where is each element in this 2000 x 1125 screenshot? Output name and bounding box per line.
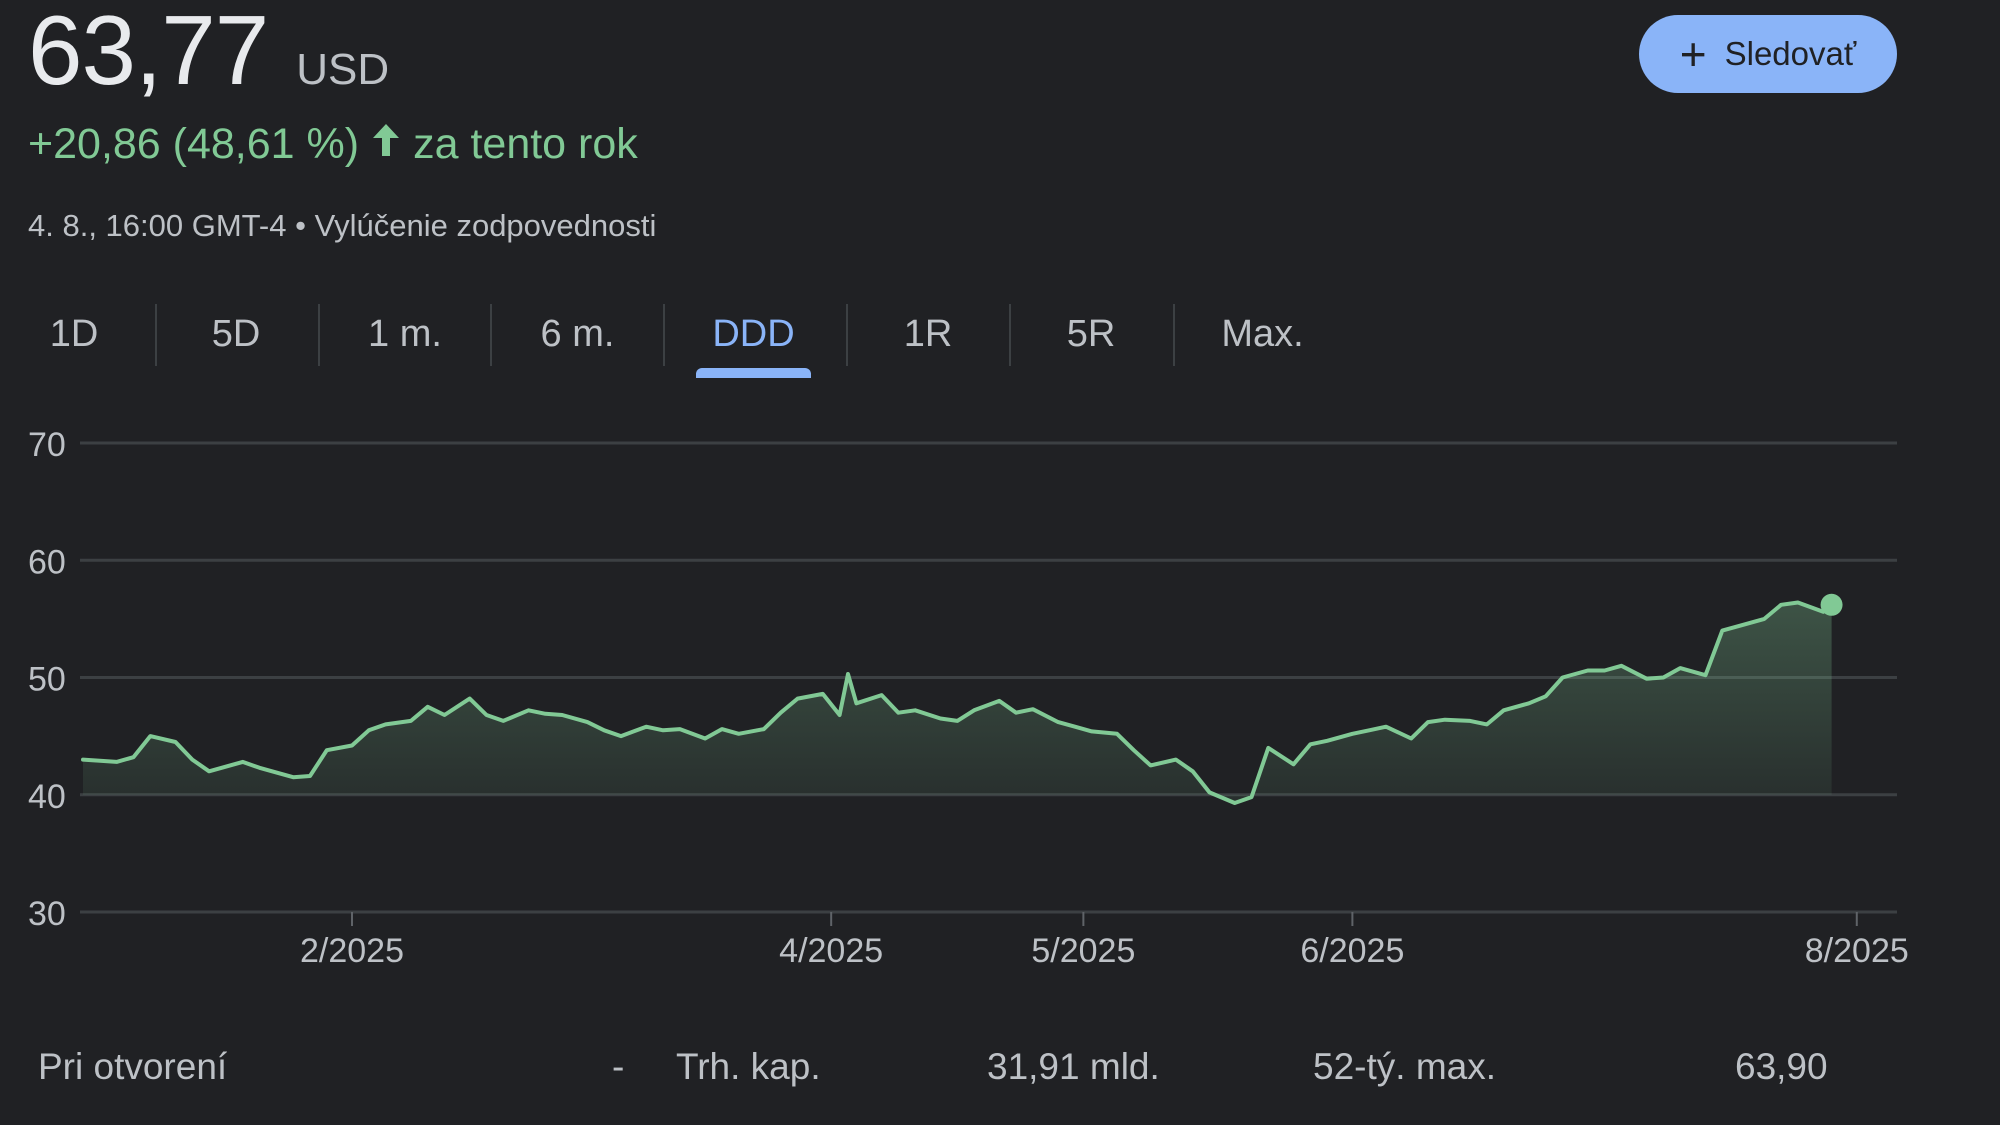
meta-separator: • bbox=[295, 208, 306, 243]
stat-mktcap-label: Trh. kap. bbox=[676, 1046, 821, 1087]
tab-divider bbox=[318, 304, 320, 366]
x-tick-label: 5/2025 bbox=[1031, 932, 1135, 970]
x-tick-label: 6/2025 bbox=[1300, 932, 1404, 970]
stat-open-label: Pri otvorení bbox=[38, 1046, 228, 1087]
tab-divider bbox=[846, 304, 848, 366]
stat-52w-high-label: 52-tý. max. bbox=[1313, 1046, 1496, 1087]
quote-meta: 4. 8., 16:00 GMT-4 • Vylúčenie zodpovedn… bbox=[28, 208, 656, 244]
tab-5y[interactable]: 5R bbox=[1045, 296, 1137, 372]
plus-icon: + bbox=[1679, 28, 1707, 80]
x-tick-label: 4/2025 bbox=[779, 932, 883, 970]
follow-label: Sledovať bbox=[1724, 35, 1857, 72]
tab-divider bbox=[490, 304, 492, 366]
stat-52w-high-value: 63,90 bbox=[1735, 1046, 1828, 1087]
active-tab-indicator bbox=[696, 368, 811, 378]
y-tick-label: 40 bbox=[28, 778, 66, 816]
stats-row: Pri otvorení - Trh. kap. 31,91 mld. 52-t… bbox=[0, 1030, 2000, 1125]
arrow-up-icon bbox=[371, 120, 401, 169]
y-tick-label: 30 bbox=[28, 895, 66, 933]
tab-divider bbox=[155, 304, 157, 366]
follow-button[interactable]: + Sledovať bbox=[1639, 15, 1897, 93]
price-currency: USD bbox=[296, 45, 390, 94]
change-value: +20,86 (48,61 %) bbox=[28, 120, 360, 168]
tab-max[interactable]: Max. bbox=[1205, 296, 1320, 372]
change-period: za tento rok bbox=[413, 120, 638, 168]
tab-5d[interactable]: 5D bbox=[190, 296, 282, 372]
y-tick-label: 50 bbox=[28, 661, 66, 699]
tab-6m[interactable]: 6 m. bbox=[520, 296, 635, 372]
price-block: 63,77 USD bbox=[28, 0, 389, 107]
y-tick-label: 70 bbox=[28, 426, 66, 464]
price-change: +20,86 (48,61 %) za tento rok bbox=[28, 120, 638, 169]
tab-divider bbox=[663, 304, 665, 366]
stat-open-value: - bbox=[612, 1046, 625, 1087]
last-point-marker bbox=[1820, 593, 1843, 616]
tab-divider bbox=[1173, 304, 1175, 366]
x-tick-label: 2/2025 bbox=[300, 932, 404, 970]
tab-divider bbox=[1009, 304, 1011, 366]
stat-mktcap-value: 31,91 mld. bbox=[987, 1046, 1160, 1087]
price-chart[interactable]: 70 60 50 40 30 2/2025 4/2025 5/2025 6/2025 8/2025 bbox=[0, 400, 2000, 1000]
timestamp: 4. 8., 16:00 GMT-4 bbox=[28, 208, 287, 243]
tab-1d[interactable]: 1D bbox=[28, 296, 120, 372]
y-tick-label: 60 bbox=[28, 543, 66, 581]
disclaimer-link[interactable]: Vylúčenie zodpovednosti bbox=[315, 208, 657, 243]
x-tick-label: 8/2025 bbox=[1805, 932, 1909, 970]
tab-1y[interactable]: 1R bbox=[882, 296, 974, 372]
series-area bbox=[83, 602, 1832, 803]
tab-1m[interactable]: 1 m. bbox=[350, 296, 460, 372]
price-value: 63,77 bbox=[28, 0, 269, 105]
tab-ytd[interactable]: DDD bbox=[696, 296, 811, 372]
